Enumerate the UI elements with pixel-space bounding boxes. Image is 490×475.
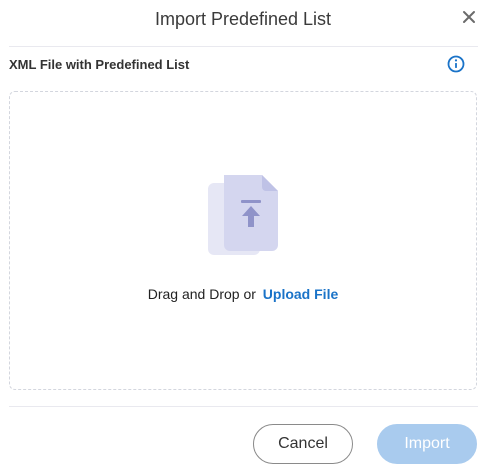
field-label: XML File with Predefined List [9,57,190,72]
close-icon [463,11,475,23]
dialog-header: Import Predefined List [0,0,490,44]
header-divider [9,46,478,47]
file-upload-icon [208,175,280,257]
close-button[interactable] [458,6,480,28]
dialog-title: Import Predefined List [154,9,332,29]
import-button[interactable]: Import [377,424,477,464]
footer-divider [9,406,478,407]
upload-file-link[interactable]: Upload File [263,286,338,302]
file-dropzone[interactable]: Drag and Drop or Upload File [9,91,477,390]
info-icon[interactable] [447,55,465,73]
drag-drop-text: Drag and Drop or [147,286,256,302]
drop-instructions: Drag and Drop or Upload File [10,286,476,302]
import-predefined-list-dialog: Import Predefined List XML File with Pre… [0,0,490,475]
cancel-button[interactable]: Cancel [253,424,353,464]
